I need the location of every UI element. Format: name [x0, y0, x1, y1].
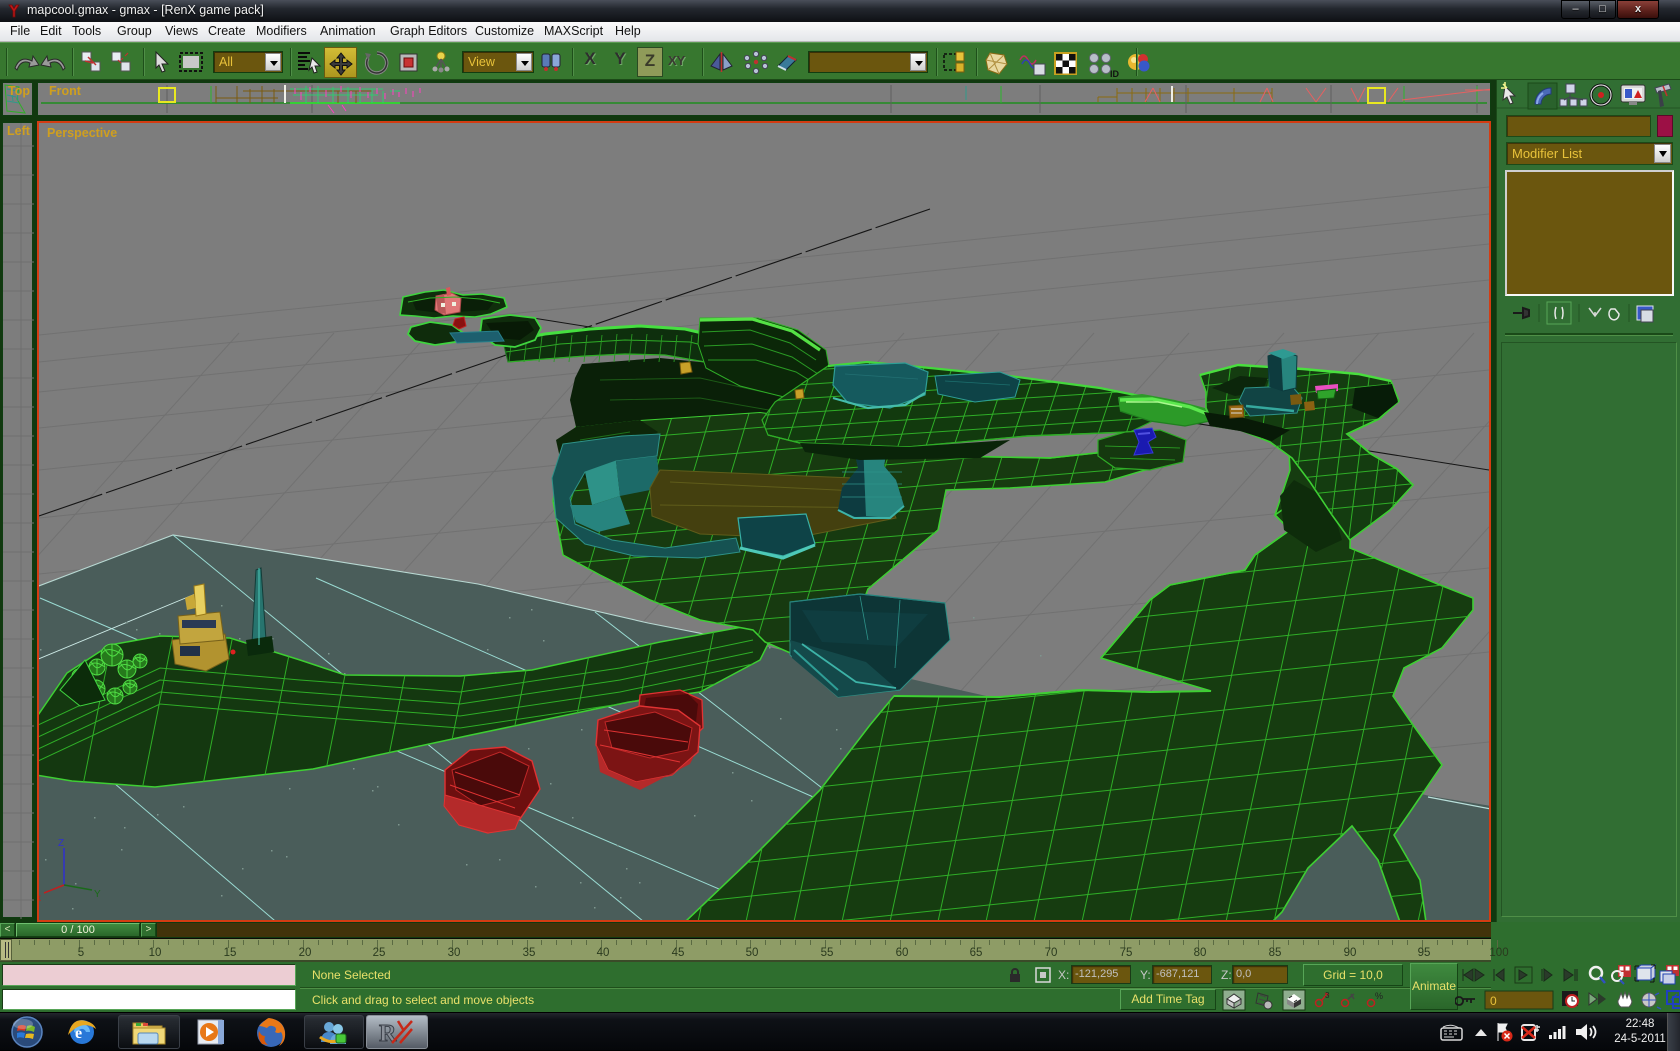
svg-text:Z: Z	[58, 838, 64, 849]
svg-text:3: 3	[1325, 991, 1330, 1000]
svg-text:Y: Y	[94, 889, 101, 900]
svg-text:%: %	[1375, 991, 1383, 1001]
svg-text:x: x	[39, 893, 41, 904]
svg-text:ID: ID	[1110, 69, 1120, 78]
svg-text:R: R	[379, 1021, 397, 1047]
svg-text:0: 0	[1490, 994, 1497, 1008]
svg-text:e: e	[75, 1025, 82, 1042]
